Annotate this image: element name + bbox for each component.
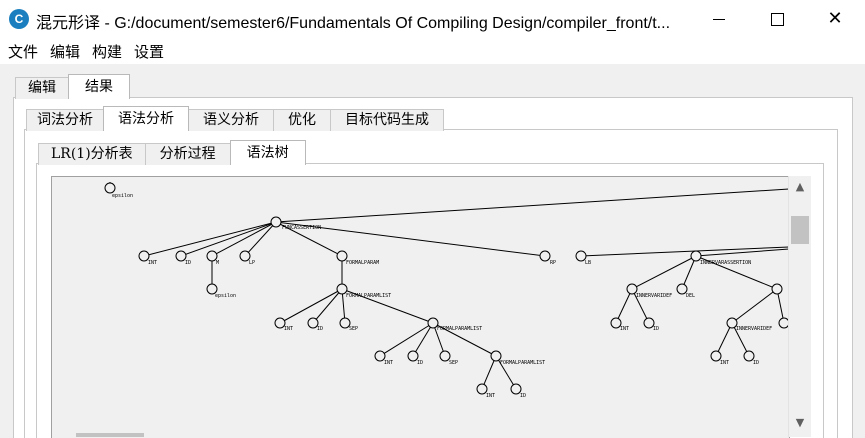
analysis-tab-bar: 词法分析 语法分析 语义分析 优化 目标代码生成 <box>26 106 444 131</box>
tree-label: INNERVARIDEF <box>736 326 772 332</box>
minimize-icon <box>713 18 725 20</box>
tab-syntax-tree[interactable]: 语法树 <box>229 140 306 165</box>
tree-label: FORMALPARAMLIST <box>346 293 391 299</box>
minimize-button[interactable] <box>690 0 748 38</box>
tree-label: ID <box>185 260 191 266</box>
maximize-icon <box>770 12 784 26</box>
tab-optimize[interactable]: 优化 <box>273 109 331 131</box>
tree-label: LP <box>249 260 255 266</box>
syntax-tree: epsilon FUNCASSERTION INT ID M LP FORMAL… <box>104 182 789 399</box>
tree-node <box>104 182 116 194</box>
tree-label: epsilon <box>215 293 236 299</box>
tree-label: ID <box>520 393 526 399</box>
tree-label: M <box>216 260 219 266</box>
tab-result[interactable]: 结果 <box>68 74 130 99</box>
tree-label: RP <box>550 260 556 266</box>
tree-label: INNERVARIDEF <box>636 293 672 299</box>
tab-lexical[interactable]: 词法分析 <box>26 109 104 131</box>
tree-label: ID <box>417 360 423 366</box>
tree-label: INT <box>486 393 495 399</box>
tab-lr1-table[interactable]: LR(1)分析表 <box>38 143 146 165</box>
tab-parse-process[interactable]: 分析过程 <box>144 143 231 165</box>
tree-label: FORMALPARAMLIST <box>437 326 482 332</box>
tree-label: SEP <box>349 326 358 332</box>
tab-syntax[interactable]: 语法分析 <box>103 106 189 131</box>
vertical-scrollbar[interactable]: ▲ ▼ <box>788 176 811 437</box>
horizontal-scroll-thumb[interactable] <box>76 433 144 437</box>
close-icon: ✕ <box>827 8 843 29</box>
menu-edit[interactable]: 编辑 <box>46 41 84 62</box>
tree-label: ID <box>653 326 659 332</box>
tree-label: ID <box>317 326 323 332</box>
app-logo-icon: C <box>9 9 29 29</box>
tree-label: INT <box>284 326 293 332</box>
top-tab-bar: 编辑 结果 <box>15 74 130 99</box>
maximize-button[interactable] <box>748 0 806 38</box>
tree-label: FORMALPARAM <box>346 260 379 266</box>
menu-file[interactable]: 文件 <box>4 41 42 62</box>
scroll-up-icon[interactable]: ▲ <box>789 178 811 196</box>
tree-label: INT <box>148 260 157 266</box>
tree-label: LB <box>585 260 591 266</box>
tree-label: ID <box>753 360 759 366</box>
tree-label: INT <box>620 326 629 332</box>
scroll-thumb[interactable] <box>791 216 809 244</box>
menu-settings[interactable]: 设置 <box>130 41 168 62</box>
close-button[interactable]: ✕ <box>806 0 864 38</box>
window-title: 混元形译 - G:/document/semester6/Fundamental… <box>36 15 671 32</box>
tree-label: FUNCASSERTION <box>282 225 321 231</box>
syntax-tab-bar: LR(1)分析表 分析过程 语法树 <box>38 140 306 165</box>
scroll-down-icon[interactable]: ▼ <box>789 414 811 432</box>
menu-bar: 文件 编辑 构建 设置 <box>0 38 865 64</box>
tree-label: INNERVARASSERTION <box>700 260 751 266</box>
tree-node <box>771 283 783 295</box>
tree-node <box>539 250 551 262</box>
tab-edit[interactable]: 编辑 <box>15 77 69 99</box>
tree-label: SEP <box>449 360 458 366</box>
tree-label: DEL <box>686 293 695 299</box>
syntax-tree-canvas[interactable]: epsilon FUNCASSERTION INT ID M LP FORMAL… <box>51 176 790 438</box>
tree-label: FORMALPARAMLIST <box>500 360 545 366</box>
tree-node <box>270 216 282 228</box>
menu-build[interactable]: 构建 <box>88 41 126 62</box>
tab-semantic[interactable]: 语义分析 <box>188 109 274 131</box>
title-bar: C 混元形译 - G:/document/semester6/Fundament… <box>0 0 865 38</box>
tab-codegen[interactable]: 目标代码生成 <box>330 109 444 131</box>
tree-label: INT <box>384 360 393 366</box>
tree-label: epsilon <box>112 193 133 199</box>
tree-label: INT <box>720 360 729 366</box>
